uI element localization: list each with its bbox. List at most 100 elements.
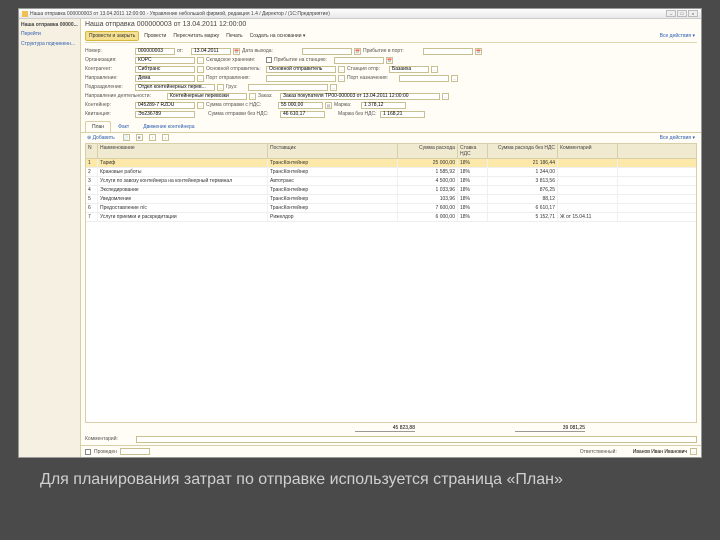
container-label: Контейнер:	[85, 102, 133, 108]
station-dep-input[interactable]: Базаиха	[389, 66, 429, 73]
minimize-button[interactable]: –	[666, 10, 676, 17]
margin-novat-label: Маржа без НДС:	[338, 111, 378, 117]
table-row[interactable]: 7Услуги приемки и раскредитацииРижелдор6…	[86, 213, 696, 222]
contragent-input[interactable]: Сибтранс	[135, 66, 195, 73]
lookup-icon[interactable]: …	[442, 93, 449, 100]
sidebar-link-goto[interactable]: Перейти	[21, 31, 78, 37]
table-row[interactable]: 4ЭкспедированиеТрансКонтейнер1 033,9618%…	[86, 186, 696, 195]
move-down-icon[interactable]: ↓	[162, 134, 169, 141]
create-based-button[interactable]: Создать на основании ▾	[248, 32, 308, 40]
calendar-icon[interactable]: 📅	[475, 48, 482, 55]
total-sum-novat: 39 081,25	[515, 425, 585, 432]
table-row[interactable]: 6Предоставление п/сТрансКонтейнер7 600,0…	[86, 204, 696, 213]
recalc-button[interactable]: Пересчитать маржу	[171, 32, 221, 40]
form-area: Номер: 000000003 от: 13.04.2011 📅 Дата в…	[81, 45, 701, 121]
direction-label: Направление:	[85, 75, 133, 81]
copy-icon[interactable]: 📄	[123, 134, 130, 141]
quota-input[interactable]: Эо236789	[135, 111, 195, 118]
lookup-icon[interactable]: …	[197, 66, 204, 73]
port-arrival-input[interactable]	[423, 48, 473, 55]
lookup-icon[interactable]: …	[338, 66, 345, 73]
station-arrival-input[interactable]	[334, 57, 384, 64]
station-dep-label: Станция отпр:	[347, 66, 387, 72]
save-and-close-button[interactable]: Провести и закрыть	[85, 31, 139, 41]
lookup-icon[interactable]: …	[197, 75, 204, 82]
table-row[interactable]: 5УведомлениеТрансКонтейнер103,9618%88,12	[86, 195, 696, 204]
container-input[interactable]: 045289-7 RZDU	[135, 102, 195, 109]
date-arrival-label: Дата выхода:	[242, 48, 300, 54]
totals-row: 45 823,88 39 081,25	[81, 423, 701, 434]
maximize-button[interactable]: □	[677, 10, 687, 17]
delete-icon[interactable]: ✖	[136, 134, 143, 141]
port-dep-input[interactable]	[266, 75, 336, 82]
lookup-icon[interactable]: …	[690, 448, 697, 455]
col-comment[interactable]: Комментарий	[558, 144, 618, 158]
table-row[interactable]: 1ТарифТрансКонтейнер25 000,0018%21 186,4…	[86, 159, 696, 168]
calc-icon[interactable]: ▤	[325, 102, 332, 109]
order-input[interactable]: Заказ покупателя ТР00-000003 от 13.04.20…	[280, 93, 440, 100]
print-button[interactable]: Печать	[224, 32, 244, 40]
date-input[interactable]: 13.04.2011	[191, 48, 231, 55]
table-row[interactable]: 2Крановые работыТрансКонтейнер1 585,9218…	[86, 168, 696, 177]
col-sum-novat[interactable]: Сумма расхода без НДС	[488, 144, 558, 158]
calendar-icon[interactable]: 📅	[233, 48, 240, 55]
posted-input[interactable]	[120, 448, 150, 455]
tab-plan[interactable]: План	[85, 121, 111, 132]
calendar-icon[interactable]: 📅	[354, 48, 361, 55]
footer: Проведен Ответственный: Иванов Иван Иван…	[81, 445, 701, 457]
col-vat[interactable]: Ставка НДС	[458, 144, 488, 158]
activity-label: Направление деятельности:	[85, 93, 165, 99]
lookup-icon[interactable]: …	[330, 84, 337, 91]
activity-input[interactable]: Контейнерные перевозки	[167, 93, 247, 100]
add-row-button[interactable]: ⊕ Добавить	[85, 134, 117, 142]
grid-all-actions[interactable]: Все действия ▾	[658, 134, 697, 142]
col-n[interactable]: N	[86, 144, 98, 158]
tabs: План Факт Движение контейнера	[81, 121, 701, 133]
main-sender-input[interactable]: Основной отправитель	[266, 66, 336, 73]
cargo-label: Груз:	[226, 84, 246, 90]
posted-label: Проведен	[94, 449, 117, 455]
cargo-input[interactable]	[248, 84, 328, 91]
lookup-icon[interactable]: …	[338, 75, 345, 82]
storage-checkbox[interactable]	[266, 57, 272, 63]
sum-novat-input: 46 610,17	[280, 111, 325, 118]
col-name[interactable]: Наименование	[98, 144, 268, 158]
sum-vat-label: Сумма отправки с НДС:	[206, 102, 276, 108]
org-input[interactable]: КОРС	[135, 57, 195, 64]
posted-checkbox[interactable]	[85, 449, 91, 455]
calendar-icon[interactable]: 📅	[386, 57, 393, 64]
sidebar-link-structure[interactable]: Структура подчиненн...	[21, 41, 78, 47]
move-up-icon[interactable]: ↑	[149, 134, 156, 141]
station-arrival-label: Прибытие на станцию:	[274, 57, 332, 63]
margin-label: Маржа:	[334, 102, 359, 108]
number-input[interactable]: 000000003	[135, 48, 175, 55]
close-button[interactable]: ×	[688, 10, 698, 17]
sidebar-current: Наша отправка 00000...	[21, 22, 78, 28]
subdivision-input[interactable]: Отдел контейнерных перев...	[135, 84, 215, 91]
sum-vat-input[interactable]: 55 000,00	[278, 102, 323, 109]
tab-container-move[interactable]: Движение контейнера	[136, 121, 201, 132]
table-row[interactable]: 3Услуги по завозу контейнера на контейне…	[86, 177, 696, 186]
col-supplier[interactable]: Поставщик	[268, 144, 398, 158]
comment-label: Комментарий:	[85, 436, 133, 443]
app-window: Наша отправка 000000003 от 13.04.2011 12…	[18, 8, 702, 458]
number-label: Номер:	[85, 48, 133, 54]
date-arrival-input[interactable]	[302, 48, 352, 55]
post-button[interactable]: Провести	[142, 32, 168, 40]
port-dep-label: Порт отправления:	[206, 75, 264, 81]
lookup-icon[interactable]: …	[249, 93, 256, 100]
lookup-icon[interactable]: …	[217, 84, 224, 91]
col-sum[interactable]: Сумма расхода	[398, 144, 458, 158]
lookup-icon[interactable]: …	[197, 57, 204, 64]
comment-input[interactable]	[136, 436, 697, 443]
lookup-icon[interactable]: …	[431, 66, 438, 73]
titlebar: Наша отправка 000000003 от 13.04.2011 12…	[19, 9, 701, 19]
all-actions-button[interactable]: Все действия ▾	[658, 32, 697, 40]
lookup-icon[interactable]: …	[197, 102, 204, 109]
margin-novat-input: 1 168,21	[380, 111, 425, 118]
lookup-icon[interactable]: …	[451, 75, 458, 82]
main-sender-label: Основной отправитель:	[206, 66, 264, 72]
direction-input[interactable]: Дема	[135, 75, 195, 82]
tab-fact[interactable]: Факт	[111, 121, 136, 132]
port-dest-input[interactable]	[399, 75, 449, 82]
